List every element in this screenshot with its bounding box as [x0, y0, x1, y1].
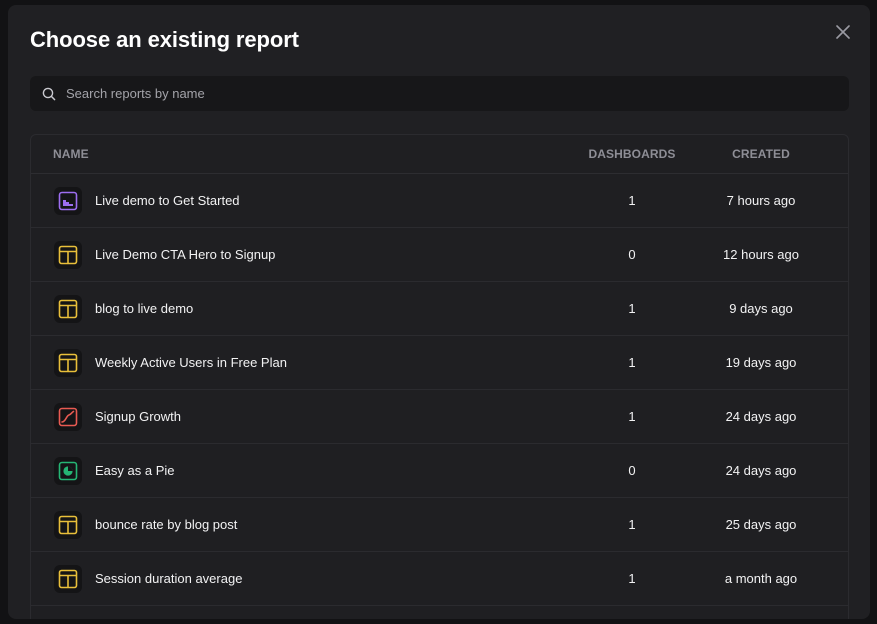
table-row[interactable]: Weekly Active Users in Free Plan 1 19 days… [31, 336, 848, 390]
report-name: Signup Growth [95, 409, 181, 424]
table-row[interactable]: Easy as a Pie 0 24 days ago [31, 444, 848, 498]
report-name: Easy as a Pie [95, 463, 175, 478]
created-time: 19 days ago [725, 355, 797, 370]
table-row[interactable]: Session duration average 1 a month ago [31, 552, 848, 606]
choose-report-modal: Choose an existing report NAME DASHBOARD… [8, 5, 870, 619]
reports-table: NAME DASHBOARDS CREATED Live demo to Get… [30, 134, 849, 619]
report-name: Session duration average [95, 571, 243, 586]
close-button[interactable] [832, 21, 854, 43]
dashboards-count: 1 [628, 193, 636, 208]
column-header-dashboards[interactable]: DASHBOARDS [567, 147, 697, 161]
table-icon [54, 349, 82, 377]
column-header-created[interactable]: CREATED [711, 147, 811, 161]
created-time: a month ago [724, 571, 798, 586]
created-time: 7 hours ago [726, 193, 796, 208]
table-row[interactable]: blog to live demo 1 9 days ago [31, 282, 848, 336]
table-row[interactable]: bounce rate by blog post 1 25 days ago [31, 498, 848, 552]
modal-title: Choose an existing report [30, 27, 299, 52]
created-time: 24 days ago [725, 409, 797, 424]
close-icon [836, 25, 850, 39]
table-body: Live demo to Get Started 1 7 hours ago Live… [31, 174, 848, 606]
dashboards-count: 1 [628, 301, 636, 316]
table-icon [54, 295, 82, 323]
column-header-name[interactable]: NAME [53, 147, 89, 161]
line-chart-icon [54, 403, 82, 431]
area-chart-icon [54, 187, 82, 215]
report-name: bounce rate by blog post [95, 517, 238, 532]
table-icon [54, 565, 82, 593]
table-header: NAME DASHBOARDS CREATED [31, 135, 848, 174]
dashboards-count: 1 [628, 571, 636, 586]
dashboards-count: 1 [628, 409, 636, 424]
report-name: Weekly Active Users in Free Plan [95, 355, 287, 370]
report-name: Live demo to Get Started [95, 193, 240, 208]
dashboards-count: 0 [628, 463, 636, 478]
created-time: 12 hours ago [723, 247, 799, 262]
dashboards-count: 1 [628, 517, 636, 532]
created-time: 25 days ago [725, 517, 797, 532]
dashboards-count: 0 [628, 247, 636, 262]
table-row[interactable]: Live demo to Get Started 1 7 hours ago [31, 174, 848, 228]
created-time: 9 days ago [729, 301, 793, 316]
table-icon [54, 511, 82, 539]
search-input[interactable] [66, 86, 826, 101]
table-icon [54, 241, 82, 269]
created-time: 24 days ago [725, 463, 797, 478]
report-name: blog to live demo [95, 301, 194, 316]
report-name: Live Demo CTA Hero to Signup [95, 247, 276, 262]
dashboards-count: 1 [628, 355, 636, 370]
pie-chart-icon [54, 457, 82, 485]
table-row[interactable]: Live Demo CTA Hero to Signup 0 12 hours ag… [31, 228, 848, 282]
table-row[interactable]: Signup Growth 1 24 days ago [31, 390, 848, 444]
search-icon [42, 87, 56, 100]
search-bar[interactable] [30, 76, 849, 111]
